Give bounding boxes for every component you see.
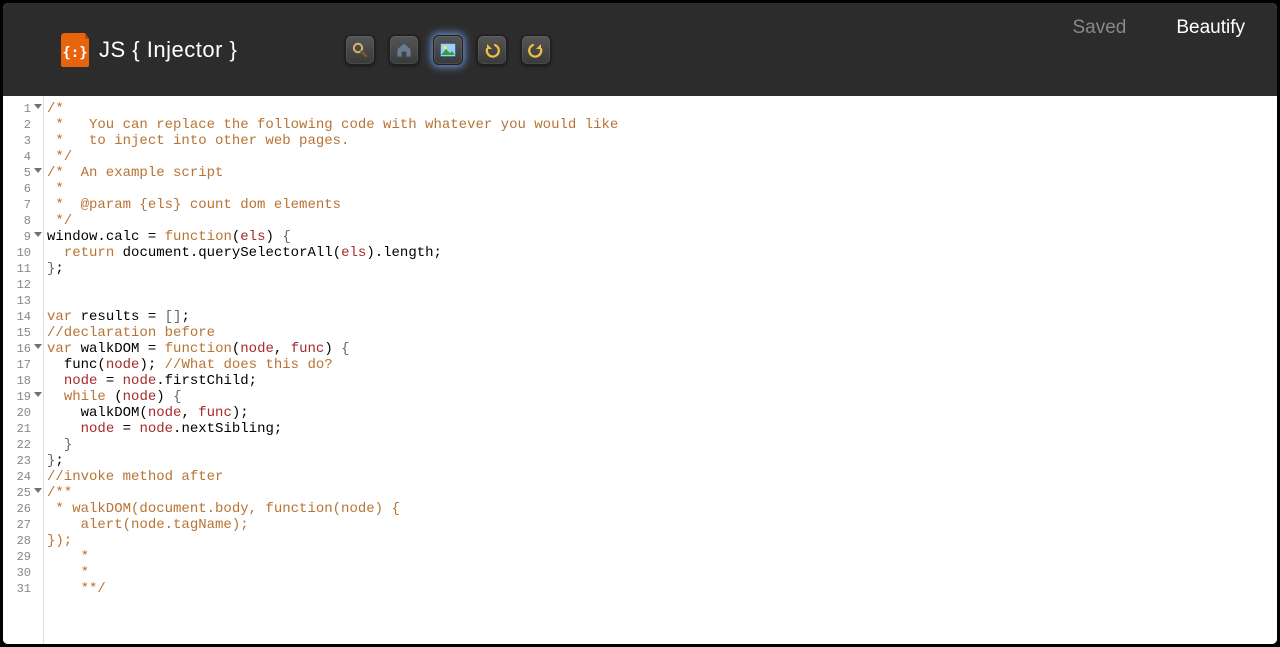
code-line[interactable]: }	[47, 437, 1277, 453]
code-line[interactable]: };	[47, 453, 1277, 469]
line-number: 13	[3, 293, 43, 309]
line-number: 4	[3, 149, 43, 165]
line-number: 12	[3, 277, 43, 293]
code-line[interactable]: node = node.firstChild;	[47, 373, 1277, 389]
line-number: 29	[3, 549, 43, 565]
line-number: 10	[3, 245, 43, 261]
code-line[interactable]: */	[47, 149, 1277, 165]
save-status: Saved	[1072, 17, 1126, 39]
code-line[interactable]: /* An example script	[47, 165, 1277, 181]
code-line[interactable]: *	[47, 181, 1277, 197]
line-number: 30	[3, 565, 43, 581]
image-icon	[439, 41, 457, 59]
code-line[interactable]: var walkDOM = function(node, func) {	[47, 341, 1277, 357]
home-button[interactable]	[389, 35, 419, 65]
app-logo-icon: {:}	[61, 33, 89, 67]
code-line[interactable]: * @param {els} count dom elements	[47, 197, 1277, 213]
line-number: 14	[3, 309, 43, 325]
fold-toggle-icon[interactable]	[34, 168, 42, 173]
line-number: 5	[3, 165, 43, 181]
line-number: 16	[3, 341, 43, 357]
line-number: 2	[3, 117, 43, 133]
line-number: 23	[3, 453, 43, 469]
app-title: JS { Injector }	[99, 37, 237, 63]
line-number: 8	[3, 213, 43, 229]
code-line[interactable]: //invoke method after	[47, 469, 1277, 485]
line-number: 6	[3, 181, 43, 197]
code-line[interactable]: };	[47, 261, 1277, 277]
redo-button[interactable]	[521, 35, 551, 65]
line-number: 24	[3, 469, 43, 485]
code-line[interactable]: var results = [];	[47, 309, 1277, 325]
line-number: 17	[3, 357, 43, 373]
line-number: 31	[3, 581, 43, 597]
code-line[interactable]: window.calc = function(els) {	[47, 229, 1277, 245]
line-number: 15	[3, 325, 43, 341]
line-number: 20	[3, 405, 43, 421]
line-number: 7	[3, 197, 43, 213]
search-icon	[351, 41, 369, 59]
code-line[interactable]: //declaration before	[47, 325, 1277, 341]
code-line[interactable]: *	[47, 549, 1277, 565]
code-line[interactable]: while (node) {	[47, 389, 1277, 405]
line-number: 9	[3, 229, 43, 245]
code-line[interactable]: alert(node.tagName);	[47, 517, 1277, 533]
line-number: 25	[3, 485, 43, 501]
code-line[interactable]: *	[47, 565, 1277, 581]
line-number: 22	[3, 437, 43, 453]
code-line[interactable]: */	[47, 213, 1277, 229]
code-line[interactable]	[47, 277, 1277, 293]
line-number: 19	[3, 389, 43, 405]
code-line[interactable]: * to inject into other web pages.	[47, 133, 1277, 149]
toolbar	[345, 35, 551, 65]
line-gutter: 1234567891011121314151617181920212223242…	[3, 96, 44, 644]
undo-button[interactable]	[477, 35, 507, 65]
code-editor[interactable]: 1234567891011121314151617181920212223242…	[3, 96, 1277, 644]
code-line[interactable]: func(node); //What does this do?	[47, 357, 1277, 373]
fold-toggle-icon[interactable]	[34, 392, 42, 397]
code-line[interactable]: /*	[47, 101, 1277, 117]
fold-toggle-icon[interactable]	[34, 488, 42, 493]
fold-toggle-icon[interactable]	[34, 344, 42, 349]
line-number: 21	[3, 421, 43, 437]
app-header: {:} JS { Injector } Saved Beautify	[3, 3, 1277, 96]
code-line[interactable]: /**	[47, 485, 1277, 501]
fold-toggle-icon[interactable]	[34, 232, 42, 237]
undo-icon	[483, 41, 501, 59]
line-number: 3	[3, 133, 43, 149]
line-number: 27	[3, 517, 43, 533]
code-line[interactable]: * walkDOM(document.body, function(node) …	[47, 501, 1277, 517]
line-number: 11	[3, 261, 43, 277]
fold-toggle-icon[interactable]	[34, 104, 42, 109]
svg-text:{:}: {:}	[62, 45, 87, 61]
code-line[interactable]: **/	[47, 581, 1277, 597]
image-button[interactable]	[433, 35, 463, 65]
home-icon	[395, 41, 413, 59]
code-line[interactable]: return document.querySelectorAll(els).le…	[47, 245, 1277, 261]
code-line[interactable]: });	[47, 533, 1277, 549]
code-line[interactable]: node = node.nextSibling;	[47, 421, 1277, 437]
code-line[interactable]: * You can replace the following code wit…	[47, 117, 1277, 133]
search-button[interactable]	[345, 35, 375, 65]
redo-icon	[527, 41, 545, 59]
code-line[interactable]	[47, 293, 1277, 309]
code-line[interactable]: walkDOM(node, func);	[47, 405, 1277, 421]
line-number: 1	[3, 101, 43, 117]
line-number: 26	[3, 501, 43, 517]
beautify-button[interactable]: Beautify	[1176, 17, 1245, 39]
line-number: 28	[3, 533, 43, 549]
code-area[interactable]: /* * You can replace the following code …	[44, 96, 1277, 644]
line-number: 18	[3, 373, 43, 389]
